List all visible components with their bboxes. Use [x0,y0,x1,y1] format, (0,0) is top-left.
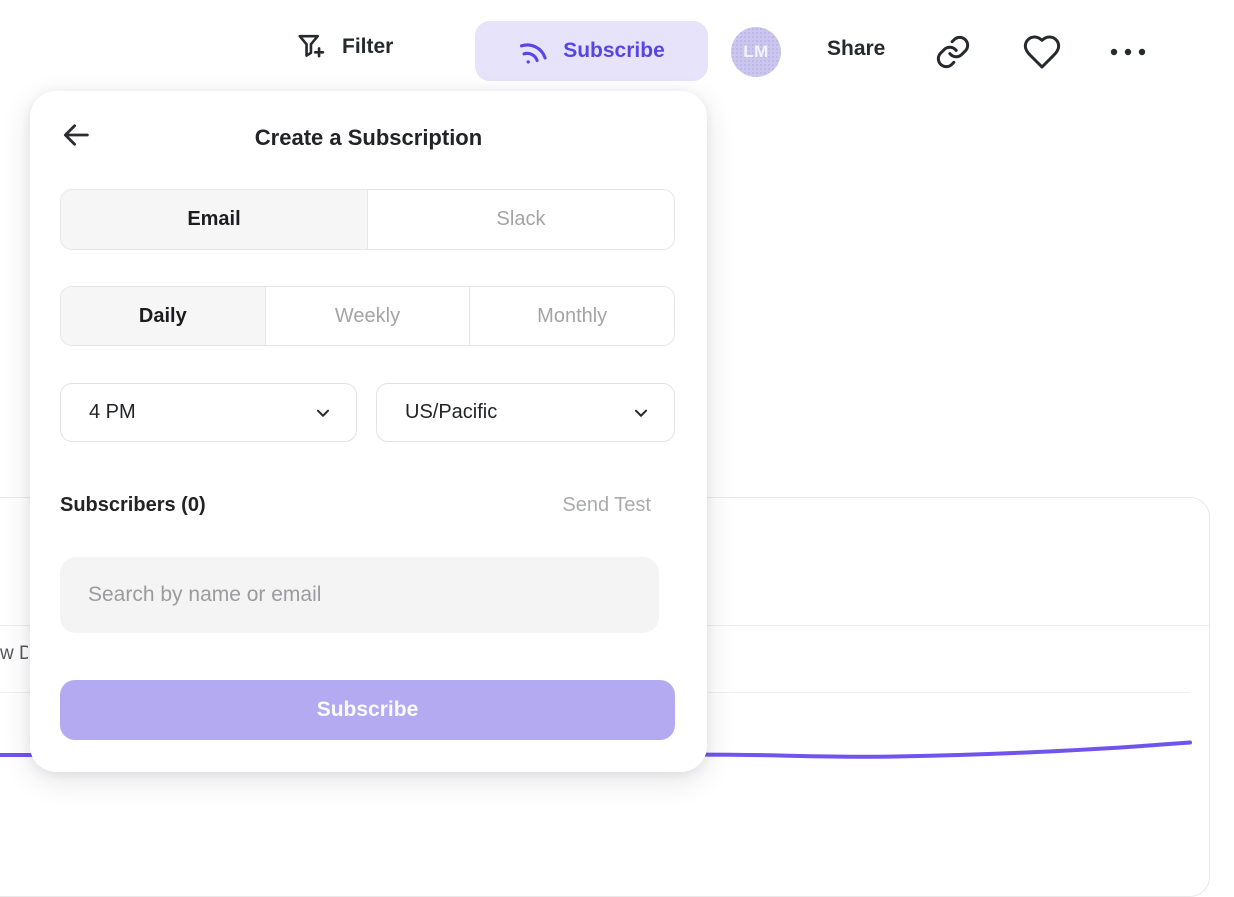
frequency-tab-group: Daily Weekly Monthly [60,286,675,346]
favorite-button[interactable] [1022,32,1062,72]
channel-tab-group: Email Slack [60,189,675,250]
timezone-select-value: US/Pacific [405,401,497,424]
subscribers-count-label: Subscribers (0) [60,494,206,517]
tab-daily[interactable]: Daily [61,287,265,345]
filter-label: Filter [342,35,393,59]
tab-monthly[interactable]: Monthly [469,287,674,345]
chevron-down-icon [630,402,652,424]
subscribe-label: Subscribe [563,39,665,63]
time-select-value: 4 PM [89,401,136,424]
avatar-initials: LM [743,42,769,62]
time-select[interactable]: 4 PM [60,383,357,442]
chevron-down-icon [312,402,334,424]
dialog-title: Create a Subscription [30,125,707,151]
subscribe-toolbar-button[interactable]: Subscribe [475,21,708,81]
timezone-select[interactable]: US/Pacific [376,383,675,442]
rss-icon [514,31,553,70]
user-avatar[interactable]: LM [731,27,781,77]
tab-slack[interactable]: Slack [367,190,674,249]
create-subscription-dialog: Create a Subscription Email Slack Daily … [30,91,707,772]
share-label: Share [827,37,885,61]
more-menu-button[interactable] [1106,40,1150,64]
share-button[interactable]: Share [827,37,885,61]
subscriber-search-input[interactable] [60,557,659,633]
clipped-row-label: w D [0,643,28,669]
send-test-button[interactable]: Send Test [562,494,651,517]
tab-email[interactable]: Email [61,190,367,249]
ellipsis-icon [1106,40,1150,64]
tab-weekly[interactable]: Weekly [265,287,470,345]
subscribe-submit-button[interactable]: Subscribe [60,680,675,740]
link-icon [934,33,972,71]
filter-button[interactable]: Filter [295,30,393,63]
heart-icon [1022,32,1062,72]
filter-plus-icon [295,30,328,63]
copy-link-button[interactable] [934,33,972,71]
